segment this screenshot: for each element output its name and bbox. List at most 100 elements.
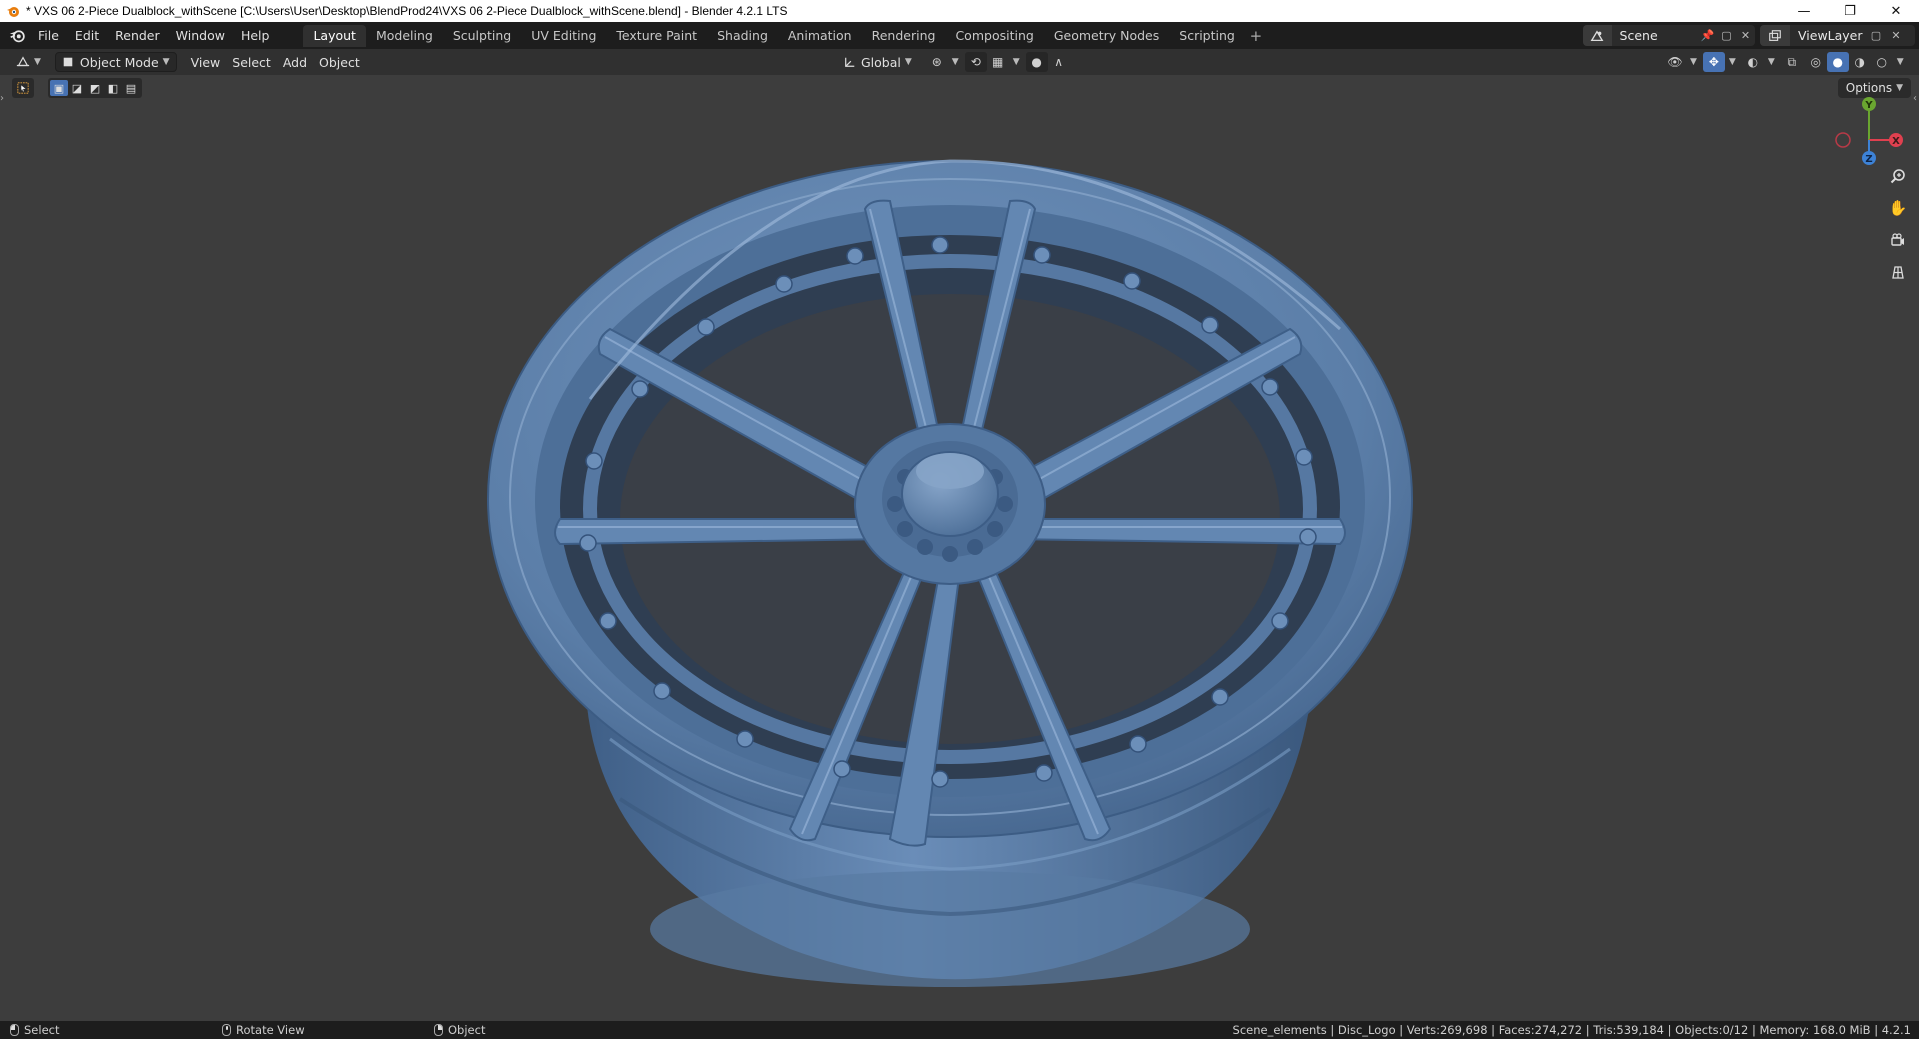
selection-mode-box: ▣ ◪ ◩ ◧ ▤ — [48, 78, 142, 98]
new-scene-icon[interactable]: ▢ — [1717, 25, 1736, 46]
scene-selector[interactable]: Scene 📌 ▢ ✕ — [1583, 25, 1755, 46]
tab-modeling[interactable]: Modeling — [366, 25, 443, 47]
chevron-down-icon[interactable]: ▼ — [1897, 57, 1904, 67]
view-layer-name[interactable]: ViewLayer — [1790, 28, 1866, 43]
delete-view-layer-icon[interactable]: ✕ — [1886, 25, 1906, 46]
tab-rendering[interactable]: Rendering — [862, 25, 946, 47]
gizmo-y-label: Y — [1864, 100, 1873, 111]
material-shading-icon[interactable]: ◑ — [1849, 52, 1871, 72]
wheel-3d-model[interactable] — [470, 99, 1430, 1021]
active-tool-box — [12, 78, 34, 98]
menu-file[interactable]: File — [30, 25, 67, 47]
view-layer-icon[interactable] — [1760, 25, 1790, 46]
chevron-down-icon[interactable]: ▼ — [1768, 57, 1775, 67]
menu-edit[interactable]: Edit — [67, 25, 107, 47]
chevron-down-icon: ▼ — [162, 57, 170, 67]
window-title: * VXS 06 2-Piece Dualblock_withScene [C:… — [26, 4, 788, 18]
tab-animation[interactable]: Animation — [778, 25, 862, 47]
select-new-icon[interactable]: ▣ — [50, 80, 68, 96]
scene-statistics: Scene_elements | Disc_Logo | Verts:269,6… — [1232, 1023, 1911, 1037]
orientation-icon — [845, 57, 855, 67]
snap-toggle-icon[interactable]: ⟲ — [964, 52, 987, 72]
menu-view[interactable]: View — [185, 52, 227, 72]
toolbar-expand-arrow-icon[interactable]: › — [0, 93, 4, 104]
status-object-label: Object — [448, 1023, 486, 1037]
status-rotate-hint: Rotate View — [222, 1023, 305, 1037]
object-mode-icon — [63, 57, 73, 67]
close-button[interactable]: ✕ — [1873, 0, 1919, 22]
3d-viewport[interactable]: ▣ ◪ ◩ ◧ ▤ › ‹ Options ▼ X Y Z ✋ — [0, 75, 1919, 1021]
menu-object[interactable]: Object — [313, 52, 366, 72]
select-extend-icon[interactable]: ◪ — [68, 80, 86, 96]
perspective-toggle-icon[interactable] — [1885, 259, 1911, 285]
status-select-label: Select — [24, 1023, 60, 1037]
overlays-icon[interactable]: ◐ — [1742, 52, 1764, 72]
gizmo-x-label: X — [1892, 136, 1900, 147]
select-tool-icon[interactable] — [14, 80, 32, 96]
blender-topbar: File Edit Render Window Help Layout Mode… — [0, 22, 1919, 49]
new-view-layer-icon[interactable]: ▢ — [1866, 25, 1886, 46]
blender-logo-icon[interactable] — [4, 23, 30, 49]
minimize-button[interactable]: — — [1781, 0, 1827, 22]
tab-shading[interactable]: Shading — [707, 25, 778, 47]
viewport-header: ▼ Object Mode ▼ View Select Add Object G… — [0, 49, 1919, 75]
scene-icon[interactable] — [1583, 25, 1612, 46]
chevron-down-icon[interactable]: ▼ — [1690, 57, 1697, 67]
menu-render[interactable]: Render — [107, 25, 168, 47]
chevron-down-icon: ▼ — [1896, 83, 1903, 93]
visibility-icon[interactable]: 👁 — [1664, 52, 1686, 72]
view-layer-selector[interactable]: ViewLayer ▢ ✕ — [1760, 25, 1915, 46]
status-object-hint: Object — [434, 1023, 485, 1037]
tab-geometry-nodes[interactable]: Geometry Nodes — [1044, 25, 1169, 47]
object-mode-label: Object Mode — [79, 54, 159, 70]
mouse-left-icon — [10, 1024, 19, 1036]
xray-toggle-icon[interactable]: ⧉ — [1781, 52, 1803, 72]
navigation-gizmo[interactable]: X Y Z — [1825, 93, 1905, 165]
chevron-down-icon: ▼ — [34, 57, 41, 67]
object-mode-dropdown[interactable]: Object Mode ▼ — [54, 52, 177, 72]
tab-layout[interactable]: Layout — [303, 25, 366, 47]
menu-select[interactable]: Select — [226, 52, 277, 72]
rendered-shading-icon[interactable]: ○ — [1871, 52, 1893, 72]
camera-view-icon[interactable] — [1885, 227, 1911, 253]
window-titlebar: * VXS 06 2-Piece Dualblock_withScene [C:… — [0, 0, 1919, 22]
proportional-edit-icon[interactable]: ● — [1025, 52, 1048, 72]
menu-window[interactable]: Window — [168, 25, 233, 47]
orientation-label: Global — [861, 54, 901, 70]
status-rotate-label: Rotate View — [236, 1023, 305, 1037]
chevron-down-icon: ▼ — [904, 57, 912, 67]
delete-scene-icon[interactable]: ✕ — [1736, 25, 1755, 46]
chevron-down-icon[interactable]: ▼ — [952, 57, 959, 67]
menu-help[interactable]: Help — [233, 25, 278, 47]
restore-button[interactable]: ❐ — [1827, 0, 1873, 22]
tab-sculpting[interactable]: Sculpting — [443, 25, 521, 47]
tab-scripting[interactable]: Scripting — [1169, 25, 1245, 47]
wireframe-shading-icon[interactable]: ◎ — [1805, 52, 1827, 72]
select-invert-icon[interactable]: ◧ — [104, 80, 122, 96]
pan-hand-icon[interactable]: ✋ — [1885, 195, 1911, 221]
sidebar-expand-arrow-icon[interactable]: ‹ — [1913, 93, 1917, 104]
chevron-down-icon[interactable]: ▼ — [1013, 57, 1020, 67]
transform-orientation-dropdown[interactable]: Global ▼ — [838, 52, 918, 72]
select-intersect-icon[interactable]: ▤ — [122, 80, 140, 96]
snap-target-icon[interactable]: ▦ — [987, 52, 1009, 72]
gizmo-toggle-icon[interactable]: ✥ — [1702, 52, 1725, 72]
menu-add[interactable]: Add — [277, 52, 313, 72]
select-subtract-icon[interactable]: ◩ — [86, 80, 104, 96]
pivot-point-icon[interactable]: ⊛ — [926, 52, 948, 72]
tab-texture-paint[interactable]: Texture Paint — [606, 25, 707, 47]
mouse-middle-icon — [222, 1024, 231, 1036]
pin-icon[interactable]: 📌 — [1698, 25, 1717, 46]
solid-shading-icon[interactable]: ● — [1826, 52, 1849, 72]
add-workspace-button[interactable]: + — [1245, 25, 1267, 47]
gizmo-z-label: Z — [1865, 154, 1872, 165]
mouse-right-icon — [434, 1024, 443, 1036]
tab-compositing[interactable]: Compositing — [945, 25, 1043, 47]
tab-uv-editing[interactable]: UV Editing — [521, 25, 606, 47]
zoom-icon[interactable] — [1885, 163, 1911, 189]
chevron-down-icon[interactable]: ▼ — [1729, 57, 1736, 67]
proportional-falloff-icon[interactable]: ∧ — [1048, 52, 1070, 72]
editor-type-button[interactable]: ▼ — [10, 52, 47, 72]
scene-name[interactable]: Scene — [1612, 28, 1698, 43]
status-select-hint: Select — [10, 1023, 59, 1037]
